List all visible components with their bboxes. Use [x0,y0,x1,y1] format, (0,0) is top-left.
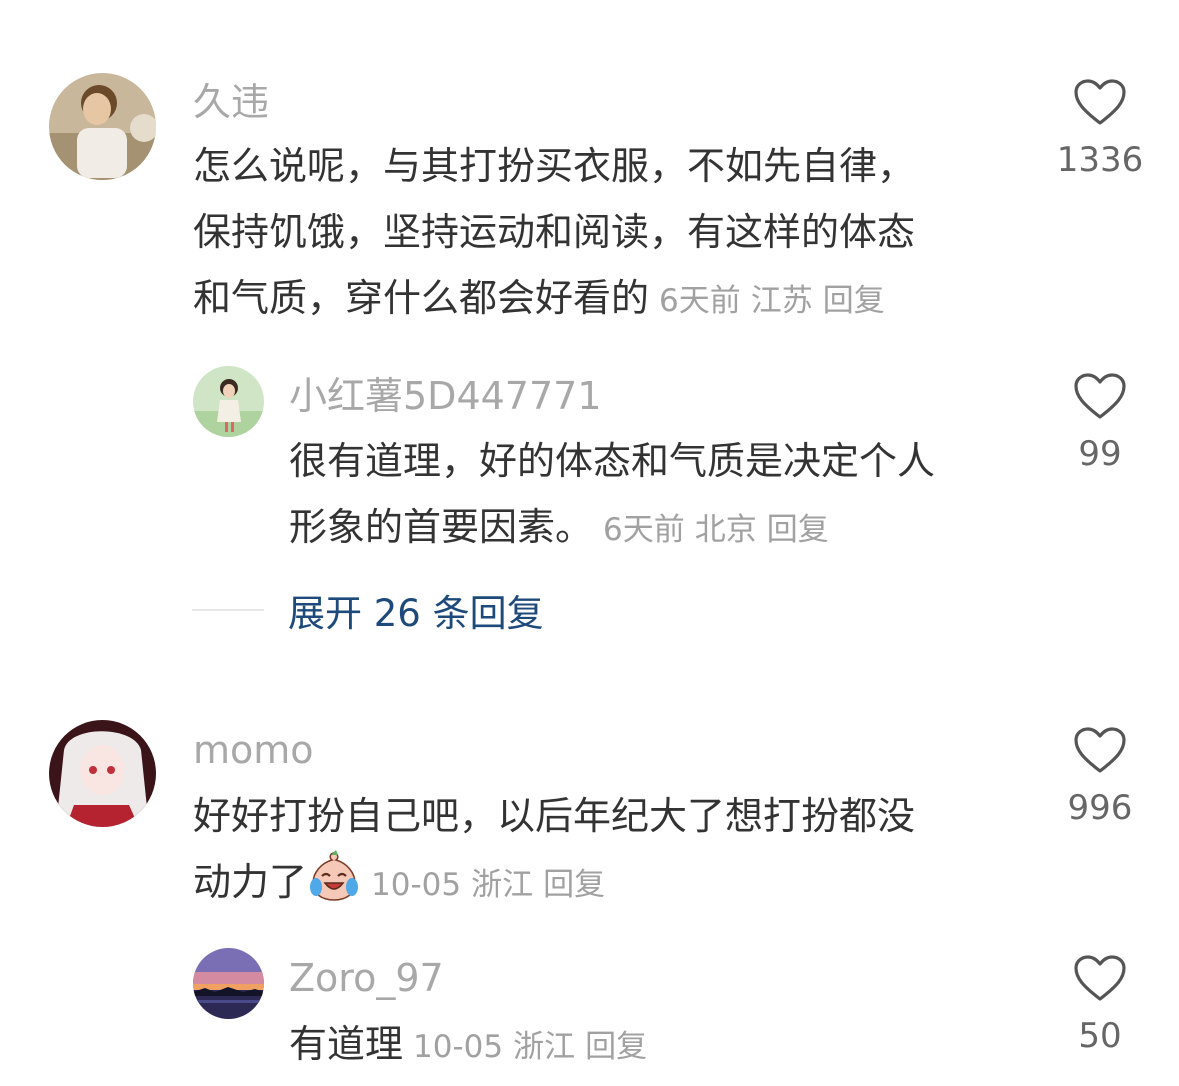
username[interactable]: 小红薯5D447771 [289,372,602,420]
heart-icon[interactable] [1073,726,1127,774]
comment-line: 保持饥饿，坚持运动和阅读，有这样的体态 [193,210,916,254]
reply-line: 很有道理，好的体态和气质是决定个人 [289,439,936,483]
comment-time: 6天前 [659,283,741,319]
like-widget: 50 [1045,954,1155,1056]
heart-icon[interactable] [1073,78,1127,126]
comment-meta: 6天前 江苏 回复 [659,283,895,319]
reply-meta: 6天前 北京 回复 [603,512,839,548]
comment-location: 浙江 [471,867,534,903]
like-count: 50 [1078,1016,1122,1056]
avatar[interactable] [193,366,264,437]
reply-line-last: 形象的首要因素。 6天前 北京 回复 [289,494,1029,563]
reply-text: 很有道理，好的体态和气质是决定个人 形象的首要因素。 6天前 北京 回复 [289,428,1029,563]
expand-replies-row: 展开 26 条回复 [192,585,544,635]
comment-line: 动力了 [193,860,308,904]
username[interactable]: momo [193,726,314,774]
reply-text: 有道理 10-05 浙江 回复 [289,1011,1029,1080]
avatar[interactable] [49,720,156,827]
comment-location: 江苏 [750,283,813,319]
sunset-landscape-avatar-icon [193,948,264,1019]
comment-line: 好好打扮自己吧，以后年纪大了想打扮都没 [193,794,916,838]
reply-line-last: 有道理 10-05 浙江 回复 [289,1011,1029,1080]
comment-time: 10-05 [371,867,462,903]
like-count: 996 [1067,788,1133,828]
comment-meta: 10-05 浙江 回复 [371,867,615,903]
comment-text: 好好打扮自己吧，以后年纪大了想打扮都没 动力了 10-05 浙江 回复 [193,783,1023,918]
comment-line: 和气质，穿什么都会好看的 [193,276,650,320]
like-count: 99 [1078,434,1122,474]
laugh-cry-emoji-icon [310,850,359,901]
child-photo-avatar-icon [49,73,156,180]
like-widget: 996 [1045,726,1155,828]
reply-button[interactable]: 回复 [767,512,829,548]
like-count: 1336 [1056,140,1144,180]
reply-line: 形象的首要因素。 [289,505,594,549]
reply-location: 北京 [694,512,757,548]
username[interactable]: 久违 [193,78,269,126]
username[interactable]: Zoro_97 [289,954,444,1002]
comment-text: 怎么说呢，与其打扮买衣服，不如先自律， 保持饥饿，坚持运动和阅读，有这样的体态 … [193,133,1023,334]
comment-line-last: 和气质，穿什么都会好看的 6天前 江苏 回复 [193,265,1023,334]
reply-button[interactable]: 回复 [585,1029,647,1065]
reply-button[interactable]: 回复 [823,283,885,319]
heart-icon[interactable] [1073,372,1127,420]
like-widget: 99 [1045,372,1155,474]
divider [192,609,264,611]
anime-white-hair-avatar-icon [49,720,156,827]
reply-line: 有道理 [289,1022,404,1066]
reply-meta: 10-05 浙江 回复 [413,1029,657,1065]
avatar[interactable] [49,73,156,180]
comment-line: 怎么说呢，与其打扮买衣服，不如先自律， [193,144,916,188]
comment-line-last: 动力了 10-05 浙江 回复 [193,849,1023,918]
reply-button[interactable]: 回复 [543,867,605,903]
heart-icon[interactable] [1073,954,1127,1002]
reply-time: 6天前 [603,512,685,548]
reply-time: 10-05 [413,1029,504,1065]
anime-girl-green-avatar-icon [193,366,264,437]
reply-location: 浙江 [513,1029,576,1065]
avatar[interactable] [193,948,264,1019]
expand-replies-button[interactable]: 展开 26 条回复 [288,583,544,637]
like-widget: 1336 [1045,78,1155,180]
